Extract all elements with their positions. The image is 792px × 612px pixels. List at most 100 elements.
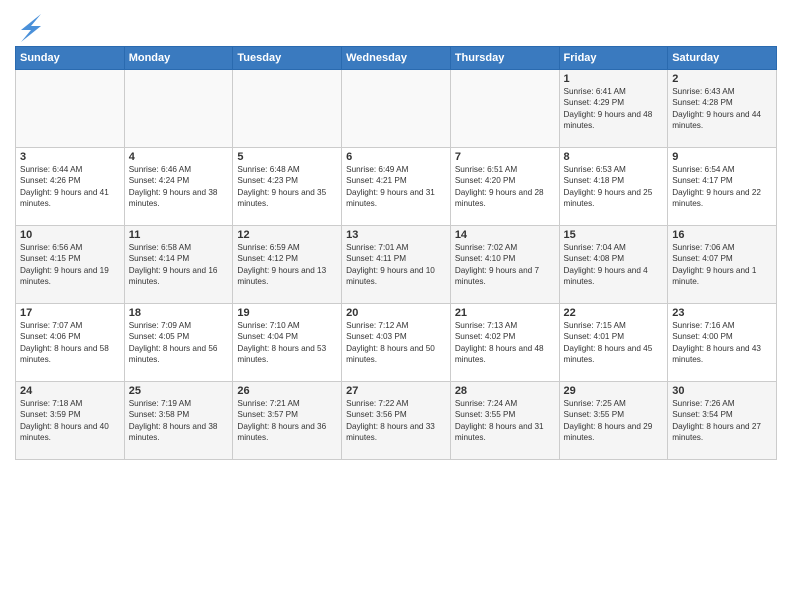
day-cell: 5Sunrise: 6:48 AM Sunset: 4:23 PM Daylig… <box>233 148 342 226</box>
day-number: 15 <box>564 229 664 241</box>
day-cell: 6Sunrise: 6:49 AM Sunset: 4:21 PM Daylig… <box>342 148 451 226</box>
day-cell: 24Sunrise: 7:18 AM Sunset: 3:59 PM Dayli… <box>16 382 125 460</box>
week-row-1: 1Sunrise: 6:41 AM Sunset: 4:29 PM Daylig… <box>16 70 777 148</box>
day-info: Sunrise: 7:25 AM Sunset: 3:55 PM Dayligh… <box>564 398 664 444</box>
header-cell-monday: Monday <box>124 47 233 70</box>
day-info: Sunrise: 7:04 AM Sunset: 4:08 PM Dayligh… <box>564 242 664 288</box>
header-cell-tuesday: Tuesday <box>233 47 342 70</box>
day-cell: 4Sunrise: 6:46 AM Sunset: 4:24 PM Daylig… <box>124 148 233 226</box>
day-number: 2 <box>672 73 772 85</box>
day-info: Sunrise: 7:09 AM Sunset: 4:05 PM Dayligh… <box>129 320 229 366</box>
day-cell: 22Sunrise: 7:15 AM Sunset: 4:01 PM Dayli… <box>559 304 668 382</box>
day-number: 17 <box>20 307 120 319</box>
day-cell: 26Sunrise: 7:21 AM Sunset: 3:57 PM Dayli… <box>233 382 342 460</box>
day-cell: 15Sunrise: 7:04 AM Sunset: 4:08 PM Dayli… <box>559 226 668 304</box>
day-number: 7 <box>455 151 555 163</box>
day-cell <box>124 70 233 148</box>
day-info: Sunrise: 7:13 AM Sunset: 4:02 PM Dayligh… <box>455 320 555 366</box>
day-cell: 1Sunrise: 6:41 AM Sunset: 4:29 PM Daylig… <box>559 70 668 148</box>
day-number: 26 <box>237 385 337 397</box>
day-cell: 20Sunrise: 7:12 AM Sunset: 4:03 PM Dayli… <box>342 304 451 382</box>
day-info: Sunrise: 6:53 AM Sunset: 4:18 PM Dayligh… <box>564 164 664 210</box>
day-info: Sunrise: 7:06 AM Sunset: 4:07 PM Dayligh… <box>672 242 772 288</box>
day-info: Sunrise: 7:21 AM Sunset: 3:57 PM Dayligh… <box>237 398 337 444</box>
day-cell: 11Sunrise: 6:58 AM Sunset: 4:14 PM Dayli… <box>124 226 233 304</box>
day-info: Sunrise: 7:02 AM Sunset: 4:10 PM Dayligh… <box>455 242 555 288</box>
day-number: 10 <box>20 229 120 241</box>
day-info: Sunrise: 7:07 AM Sunset: 4:06 PM Dayligh… <box>20 320 120 366</box>
day-number: 28 <box>455 385 555 397</box>
day-cell: 2Sunrise: 6:43 AM Sunset: 4:28 PM Daylig… <box>668 70 777 148</box>
day-info: Sunrise: 6:56 AM Sunset: 4:15 PM Dayligh… <box>20 242 120 288</box>
day-info: Sunrise: 7:12 AM Sunset: 4:03 PM Dayligh… <box>346 320 446 366</box>
day-cell: 18Sunrise: 7:09 AM Sunset: 4:05 PM Dayli… <box>124 304 233 382</box>
day-cell: 10Sunrise: 6:56 AM Sunset: 4:15 PM Dayli… <box>16 226 125 304</box>
header-row: SundayMondayTuesdayWednesdayThursdayFrid… <box>16 47 777 70</box>
day-cell: 7Sunrise: 6:51 AM Sunset: 4:20 PM Daylig… <box>450 148 559 226</box>
day-number: 20 <box>346 307 446 319</box>
day-cell: 27Sunrise: 7:22 AM Sunset: 3:56 PM Dayli… <box>342 382 451 460</box>
day-cell: 28Sunrise: 7:24 AM Sunset: 3:55 PM Dayli… <box>450 382 559 460</box>
day-cell: 14Sunrise: 7:02 AM Sunset: 4:10 PM Dayli… <box>450 226 559 304</box>
header-cell-saturday: Saturday <box>668 47 777 70</box>
day-number: 3 <box>20 151 120 163</box>
header-cell-sunday: Sunday <box>16 47 125 70</box>
day-cell: 30Sunrise: 7:26 AM Sunset: 3:54 PM Dayli… <box>668 382 777 460</box>
week-row-2: 3Sunrise: 6:44 AM Sunset: 4:26 PM Daylig… <box>16 148 777 226</box>
day-info: Sunrise: 7:18 AM Sunset: 3:59 PM Dayligh… <box>20 398 120 444</box>
day-info: Sunrise: 7:22 AM Sunset: 3:56 PM Dayligh… <box>346 398 446 444</box>
day-cell <box>450 70 559 148</box>
week-row-3: 10Sunrise: 6:56 AM Sunset: 4:15 PM Dayli… <box>16 226 777 304</box>
header <box>15 10 777 42</box>
day-number: 11 <box>129 229 229 241</box>
day-cell: 23Sunrise: 7:16 AM Sunset: 4:00 PM Dayli… <box>668 304 777 382</box>
day-info: Sunrise: 7:01 AM Sunset: 4:11 PM Dayligh… <box>346 242 446 288</box>
day-info: Sunrise: 7:10 AM Sunset: 4:04 PM Dayligh… <box>237 320 337 366</box>
day-number: 12 <box>237 229 337 241</box>
day-cell: 13Sunrise: 7:01 AM Sunset: 4:11 PM Dayli… <box>342 226 451 304</box>
day-number: 25 <box>129 385 229 397</box>
day-number: 6 <box>346 151 446 163</box>
day-number: 30 <box>672 385 772 397</box>
day-cell: 9Sunrise: 6:54 AM Sunset: 4:17 PM Daylig… <box>668 148 777 226</box>
day-info: Sunrise: 6:49 AM Sunset: 4:21 PM Dayligh… <box>346 164 446 210</box>
day-cell: 19Sunrise: 7:10 AM Sunset: 4:04 PM Dayli… <box>233 304 342 382</box>
day-number: 13 <box>346 229 446 241</box>
day-info: Sunrise: 6:41 AM Sunset: 4:29 PM Dayligh… <box>564 86 664 132</box>
day-number: 21 <box>455 307 555 319</box>
page-container: SundayMondayTuesdayWednesdayThursdayFrid… <box>0 0 792 465</box>
day-info: Sunrise: 6:44 AM Sunset: 4:26 PM Dayligh… <box>20 164 120 210</box>
day-info: Sunrise: 7:16 AM Sunset: 4:00 PM Dayligh… <box>672 320 772 366</box>
calendar-table: SundayMondayTuesdayWednesdayThursdayFrid… <box>15 46 777 460</box>
day-number: 27 <box>346 385 446 397</box>
day-number: 18 <box>129 307 229 319</box>
header-cell-wednesday: Wednesday <box>342 47 451 70</box>
week-row-5: 24Sunrise: 7:18 AM Sunset: 3:59 PM Dayli… <box>16 382 777 460</box>
week-row-4: 17Sunrise: 7:07 AM Sunset: 4:06 PM Dayli… <box>16 304 777 382</box>
day-cell: 29Sunrise: 7:25 AM Sunset: 3:55 PM Dayli… <box>559 382 668 460</box>
day-number: 22 <box>564 307 664 319</box>
day-number: 16 <box>672 229 772 241</box>
header-cell-thursday: Thursday <box>450 47 559 70</box>
day-number: 19 <box>237 307 337 319</box>
day-info: Sunrise: 6:58 AM Sunset: 4:14 PM Dayligh… <box>129 242 229 288</box>
day-cell <box>342 70 451 148</box>
day-cell <box>16 70 125 148</box>
day-info: Sunrise: 7:19 AM Sunset: 3:58 PM Dayligh… <box>129 398 229 444</box>
day-info: Sunrise: 6:46 AM Sunset: 4:24 PM Dayligh… <box>129 164 229 210</box>
day-number: 23 <box>672 307 772 319</box>
day-info: Sunrise: 6:43 AM Sunset: 4:28 PM Dayligh… <box>672 86 772 132</box>
day-info: Sunrise: 7:26 AM Sunset: 3:54 PM Dayligh… <box>672 398 772 444</box>
day-cell: 3Sunrise: 6:44 AM Sunset: 4:26 PM Daylig… <box>16 148 125 226</box>
day-info: Sunrise: 7:24 AM Sunset: 3:55 PM Dayligh… <box>455 398 555 444</box>
day-cell: 8Sunrise: 6:53 AM Sunset: 4:18 PM Daylig… <box>559 148 668 226</box>
logo-icon <box>17 14 41 42</box>
day-number: 1 <box>564 73 664 85</box>
day-number: 14 <box>455 229 555 241</box>
day-number: 24 <box>20 385 120 397</box>
day-info: Sunrise: 6:51 AM Sunset: 4:20 PM Dayligh… <box>455 164 555 210</box>
day-number: 4 <box>129 151 229 163</box>
day-info: Sunrise: 6:48 AM Sunset: 4:23 PM Dayligh… <box>237 164 337 210</box>
day-cell: 16Sunrise: 7:06 AM Sunset: 4:07 PM Dayli… <box>668 226 777 304</box>
logo <box>15 14 41 42</box>
